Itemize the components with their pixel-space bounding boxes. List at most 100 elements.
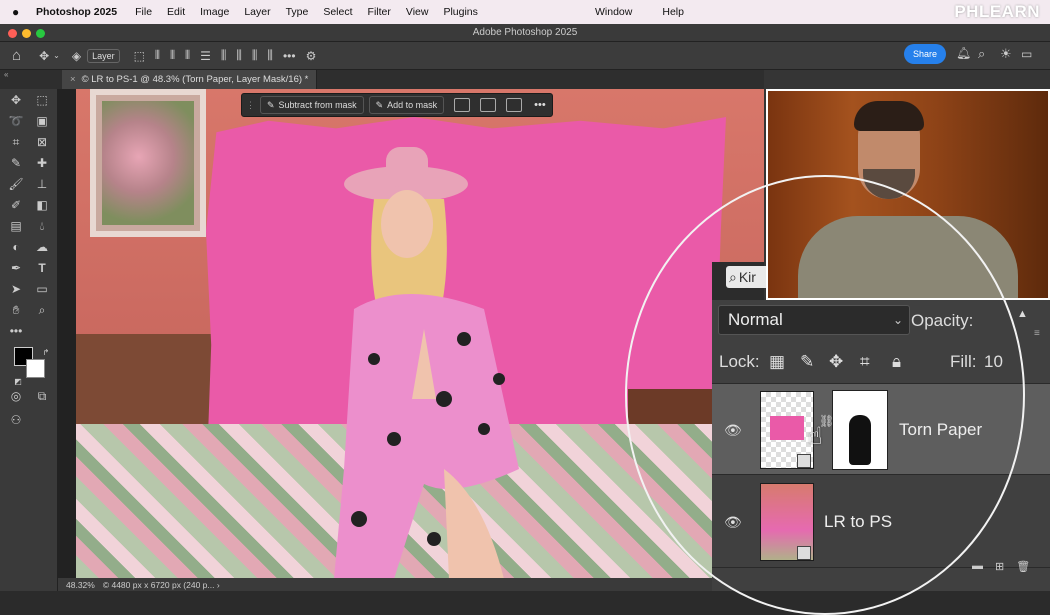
smudge-tool-icon[interactable]: ☁ — [32, 238, 52, 256]
layer-thumbnail[interactable] — [760, 391, 814, 469]
path-select-icon[interactable]: ➤ — [6, 280, 26, 298]
menu-layer[interactable]: Layer — [244, 6, 270, 18]
background-color-swatch[interactable] — [26, 359, 45, 378]
lock-transparent-icon[interactable]: ▦ — [769, 352, 785, 372]
layers-stack-icon[interactable]: ◈ — [72, 49, 81, 63]
edit-toolbar-icon[interactable]: ⚇ — [6, 411, 26, 429]
fill-value[interactable]: 10 — [984, 352, 1003, 372]
more-options-icon[interactable]: ••• — [283, 49, 296, 63]
gear-icon[interactable]: ⚙ — [306, 49, 317, 63]
gradient-tool-icon[interactable]: ▤ — [6, 217, 26, 235]
search-icon[interactable]: ⌕ — [978, 46, 985, 62]
document-info[interactable]: © 4480 px x 6720 px (240 p... › — [103, 580, 220, 590]
mask-settings-icon[interactable] — [454, 98, 471, 112]
menu-window[interactable]: Window — [595, 6, 632, 18]
workspace-icon[interactable]: ▭ — [1021, 47, 1032, 61]
layer-thumbnail[interactable] — [760, 483, 814, 561]
screen-mode-icon[interactable]: ⧉ — [32, 387, 52, 405]
layer-row-lr-to-ps[interactable]: 👁︎ LR to PS — [712, 476, 1050, 568]
align-center-icon[interactable]: ⫴ — [170, 48, 175, 63]
align-bottom-icon[interactable]: ⫼ — [252, 48, 258, 63]
lock-image-icon[interactable]: ✎ — [800, 352, 814, 372]
align-top-icon[interactable]: ⫼ — [221, 48, 227, 63]
distribute-vertical-icon[interactable]: ⫼ — [267, 48, 273, 63]
trash-icon[interactable]: 🗑︎ — [1016, 560, 1030, 573]
disable-mask-icon[interactable] — [480, 98, 497, 112]
pen-tool-icon[interactable]: ✒ — [6, 259, 26, 277]
auto-select-dropdown[interactable]: Layer — [87, 48, 120, 63]
type-tool-icon[interactable]: T — [32, 259, 52, 277]
more-tools-icon[interactable]: ••• — [6, 322, 26, 340]
move-tool-icon[interactable]: ✥ — [39, 49, 49, 63]
minimize-window-button[interactable] — [22, 29, 31, 38]
align-left-icon[interactable]: ⫴ — [155, 48, 160, 63]
panel-menu-icon[interactable]: ≡ — [1034, 328, 1040, 339]
menu-image[interactable]: Image — [200, 6, 229, 18]
eraser-tool-icon[interactable]: ◧ — [32, 196, 52, 214]
crop-tool-icon[interactable]: ⌗ — [6, 133, 26, 151]
distribute-icon[interactable]: ☰ — [200, 49, 211, 63]
swap-colors-icon[interactable]: ↱ — [36, 343, 56, 361]
lock-artboard-icon[interactable]: ⌗ — [860, 352, 870, 372]
zoom-tool-icon[interactable]: ⌕ — [32, 301, 52, 319]
bell-icon[interactable]: 🔔︎ — [956, 46, 971, 60]
subtract-from-mask-button[interactable]: ✎ Subtract from mask — [260, 96, 364, 114]
chevron-down-icon[interactable]: ⌄ — [53, 51, 60, 60]
canvas-image[interactable] — [76, 89, 764, 578]
eye-icon[interactable]: 👁︎ — [724, 514, 742, 531]
document-tab[interactable]: × © LR to PS-1 @ 48.3% (Torn Paper, Laye… — [62, 70, 318, 89]
menu-select[interactable]: Select — [323, 6, 352, 18]
new-layer-icon[interactable]: ⊞ — [995, 560, 1004, 573]
menu-help[interactable]: Help — [662, 6, 684, 18]
quick-mask-icon[interactable]: ◎ — [6, 387, 26, 405]
menu-plugins[interactable]: Plugins — [443, 6, 477, 18]
eyedropper-tool-icon[interactable]: ✎ — [6, 154, 26, 172]
layer-search-field[interactable]: ⌕ Kir — [726, 266, 766, 288]
blend-mode-dropdown[interactable]: Normal ⌄ — [718, 305, 910, 335]
more-options-icon[interactable]: ••• — [534, 99, 546, 111]
layer-row-torn-paper[interactable]: 👁︎ ⛓ Torn Paper — [712, 383, 1050, 475]
lock-all-icon[interactable]: 🔒︎ — [892, 352, 901, 372]
apply-mask-icon[interactable] — [506, 98, 523, 112]
new-group-icon[interactable]: ▬ — [972, 560, 983, 573]
hand-tool-icon[interactable]: ✋︎ — [6, 301, 26, 319]
menu-edit[interactable]: Edit — [167, 6, 185, 18]
align-middle-icon[interactable]: ⫼ — [236, 48, 242, 63]
close-window-button[interactable] — [8, 29, 17, 38]
apple-icon[interactable]: ● — [12, 5, 26, 19]
frame-tool-icon[interactable]: ⊠ — [32, 133, 52, 151]
zoom-level[interactable]: 48.32% — [66, 580, 95, 590]
brush-tool-icon[interactable]: 🖌︎ — [6, 175, 26, 193]
share-button[interactable]: Share — [904, 44, 946, 64]
layer-name[interactable]: Torn Paper — [899, 420, 982, 440]
rectangle-tool-icon[interactable]: ▭ — [32, 280, 52, 298]
menu-type[interactable]: Type — [286, 6, 309, 18]
stamp-tool-icon[interactable]: ⊥ — [32, 175, 52, 193]
layer-name[interactable]: LR to PS — [824, 512, 892, 532]
menu-app-name[interactable]: Photoshop 2025 — [36, 6, 117, 18]
add-to-mask-button[interactable]: ✎ Add to mask — [368, 96, 445, 114]
menu-file[interactable]: File — [135, 6, 152, 18]
collapse-panel-icon[interactable]: « — [4, 70, 8, 79]
blur-tool-icon[interactable]: 💧︎ — [32, 217, 52, 235]
object-select-icon[interactable]: ▣ — [32, 112, 52, 130]
menu-filter[interactable]: Filter — [368, 6, 391, 18]
lock-position-icon[interactable]: ✥ — [829, 352, 843, 372]
history-brush-icon[interactable]: ✐ — [6, 196, 26, 214]
marquee-tool-icon[interactable]: ⬚ — [32, 91, 52, 109]
healing-brush-icon[interactable]: ✚ — [32, 154, 52, 172]
menu-view[interactable]: View — [406, 6, 429, 18]
move-tool-icon[interactable]: ✥ — [6, 91, 26, 109]
panel-collapse-icon[interactable]: ▲ — [1017, 308, 1028, 320]
zoom-window-button[interactable] — [36, 29, 45, 38]
close-tab-icon[interactable]: × — [70, 74, 76, 85]
discover-icon[interactable]: ☀ — [1000, 46, 1012, 62]
drag-handle-icon[interactable]: ⋮ — [246, 100, 255, 111]
eye-icon[interactable]: 👁︎ — [724, 422, 742, 439]
layer-mask-thumbnail[interactable] — [832, 390, 888, 470]
align-right-icon[interactable]: ⫴ — [185, 48, 190, 63]
dodge-tool-icon[interactable]: ◐ — [6, 238, 26, 256]
lasso-tool-icon[interactable]: ➰ — [6, 112, 26, 130]
home-icon[interactable]: ⌂ — [12, 47, 21, 64]
transform-controls-icon[interactable]: ⬚ — [134, 49, 145, 63]
